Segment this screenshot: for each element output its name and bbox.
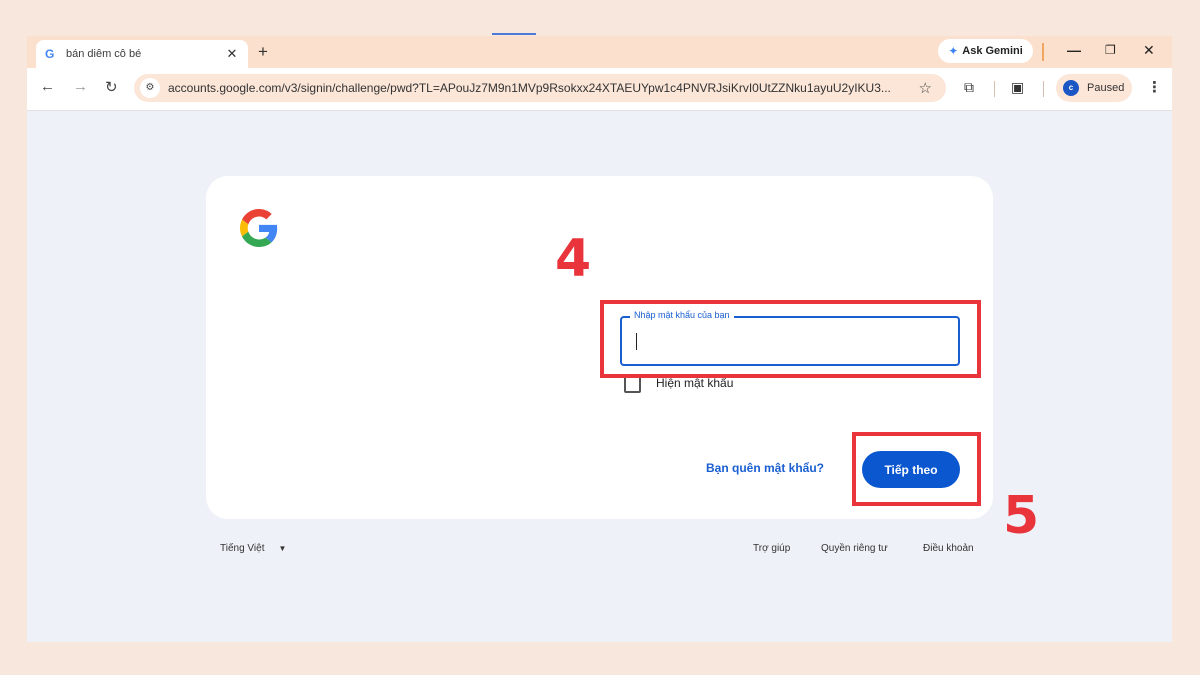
toolbar-divider — [994, 81, 995, 97]
window-controls-divider — [1042, 43, 1044, 61]
ask-gemini-label: Ask Gemini — [962, 45, 1023, 57]
google-logo-icon — [240, 209, 278, 247]
top-accent-bar — [492, 33, 536, 35]
minimize-icon[interactable]: — — [1067, 42, 1081, 58]
browser-toolbar: ← → ↻ ⚙ accounts.google.com/v3/signin/ch… — [27, 68, 1172, 111]
show-password-checkbox[interactable] — [624, 376, 641, 393]
privacy-link[interactable]: Quyền riêng tư — [821, 543, 888, 554]
google-favicon-icon: G — [45, 47, 55, 61]
chevron-down-icon: ▼ — [278, 544, 287, 553]
language-selector[interactable]: Tiếng Việt ▼ — [220, 543, 286, 554]
help-link[interactable]: Trợ giúp — [753, 543, 790, 554]
forgot-password-link[interactable]: Bạn quên mật khẩu? — [706, 461, 824, 475]
profile-status: Paused — [1087, 82, 1125, 94]
tab-active[interactable]: G bán diêm cô bé ✕ — [36, 40, 248, 68]
step-4-label: 4 — [555, 229, 592, 289]
restore-icon[interactable]: ❐ — [1105, 43, 1116, 57]
profile-button[interactable]: c Paused — [1056, 74, 1132, 102]
bookmark-star-icon[interactable]: ☆ — [919, 79, 932, 97]
avatar: c — [1063, 80, 1079, 96]
address-bar[interactable]: ⚙ accounts.google.com/v3/signin/challeng… — [134, 74, 946, 102]
extensions-puzzle-icon[interactable]: ⧉ — [964, 79, 974, 96]
next-button-highlight-box — [852, 432, 981, 506]
more-menu-icon[interactable]: ⋮ — [1147, 78, 1162, 96]
language-label: Tiếng Việt — [220, 543, 265, 554]
step-5-label: 5 — [1003, 486, 1040, 546]
close-icon[interactable]: ✕ — [1143, 42, 1155, 59]
gemini-spark-icon: ✦ — [948, 44, 959, 58]
tab-search-icon[interactable]: ▣ — [1011, 79, 1024, 96]
url-text[interactable]: accounts.google.com/v3/signin/challenge/… — [168, 81, 891, 95]
back-arrow-icon[interactable]: ← — [40, 78, 55, 95]
show-password-label[interactable]: Hiện mật khẩu — [656, 376, 733, 390]
password-highlight-box — [600, 300, 981, 378]
tab-close-icon[interactable]: ✕ — [222, 46, 242, 62]
toolbar-divider — [1043, 81, 1044, 97]
reload-icon[interactable]: ↻ — [105, 78, 118, 96]
tab-strip: G bán diêm cô bé ✕ + ✦ Ask Gemini — ❐ ✕ — [27, 36, 1172, 68]
new-tab-button[interactable]: + — [258, 42, 268, 62]
ask-gemini-button[interactable]: ✦ Ask Gemini — [938, 39, 1033, 63]
terms-link[interactable]: Điều khoản — [923, 543, 974, 554]
forward-arrow-icon[interactable]: → — [73, 78, 88, 95]
tab-title: bán diêm cô bé — [66, 48, 142, 60]
site-info-icon[interactable]: ⚙ — [140, 78, 160, 98]
